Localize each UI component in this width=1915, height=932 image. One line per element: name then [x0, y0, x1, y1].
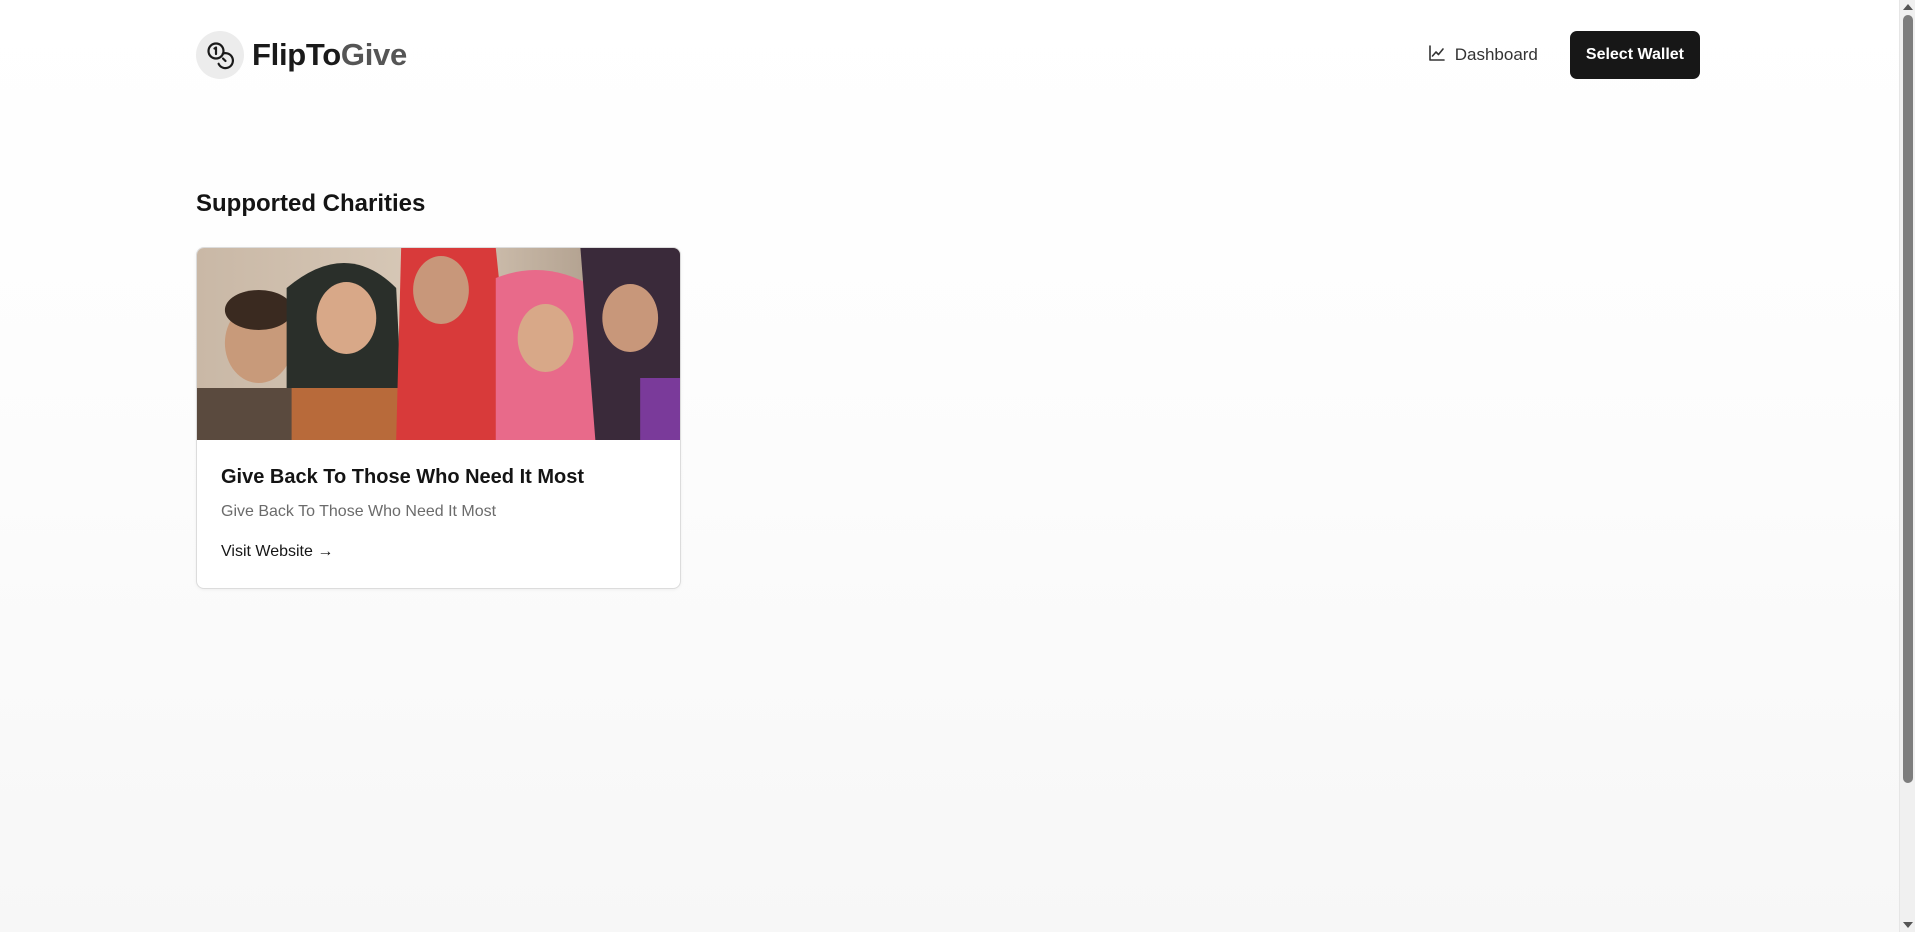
top-header: FlipToGive Dashboard Select Wallet — [196, 30, 1700, 80]
dashboard-label: Dashboard — [1454, 45, 1538, 64]
scrollbar-thumb[interactable] — [1903, 15, 1913, 783]
brand-name: FlipToGive — [252, 37, 407, 73]
charity-card: Give Back To Those Who Need It Most Give… — [196, 247, 681, 589]
vertical-scrollbar[interactable] — [1899, 0, 1915, 932]
page: FlipToGive Dashboard Select Wallet Suppo… — [0, 0, 1899, 932]
header-nav: Dashboard Select Wallet — [1428, 31, 1700, 79]
visit-website-link[interactable]: Visit Website → — [221, 543, 333, 561]
card-body: Give Back To Those Who Need It Most Give… — [197, 440, 680, 561]
dashboard-link[interactable]: Dashboard — [1428, 44, 1538, 67]
charity-description: Give Back To Those Who Need It Most — [221, 503, 497, 520]
brand[interactable]: FlipToGive — [196, 31, 407, 79]
charity-title: Give Back To Those Who Need It Most — [221, 466, 585, 488]
select-wallet-button[interactable]: Select Wallet — [1569, 31, 1700, 79]
coins-icon — [196, 31, 244, 79]
line-chart-icon — [1428, 44, 1446, 67]
scroll-down-icon[interactable] — [1903, 922, 1913, 928]
charity-photo — [197, 248, 680, 440]
section-title: Supported Charities — [196, 190, 426, 217]
brand-name-part2: Give — [340, 37, 407, 72]
scroll-up-icon[interactable] — [1903, 4, 1913, 10]
brand-name-part1: FlipTo — [252, 37, 341, 72]
